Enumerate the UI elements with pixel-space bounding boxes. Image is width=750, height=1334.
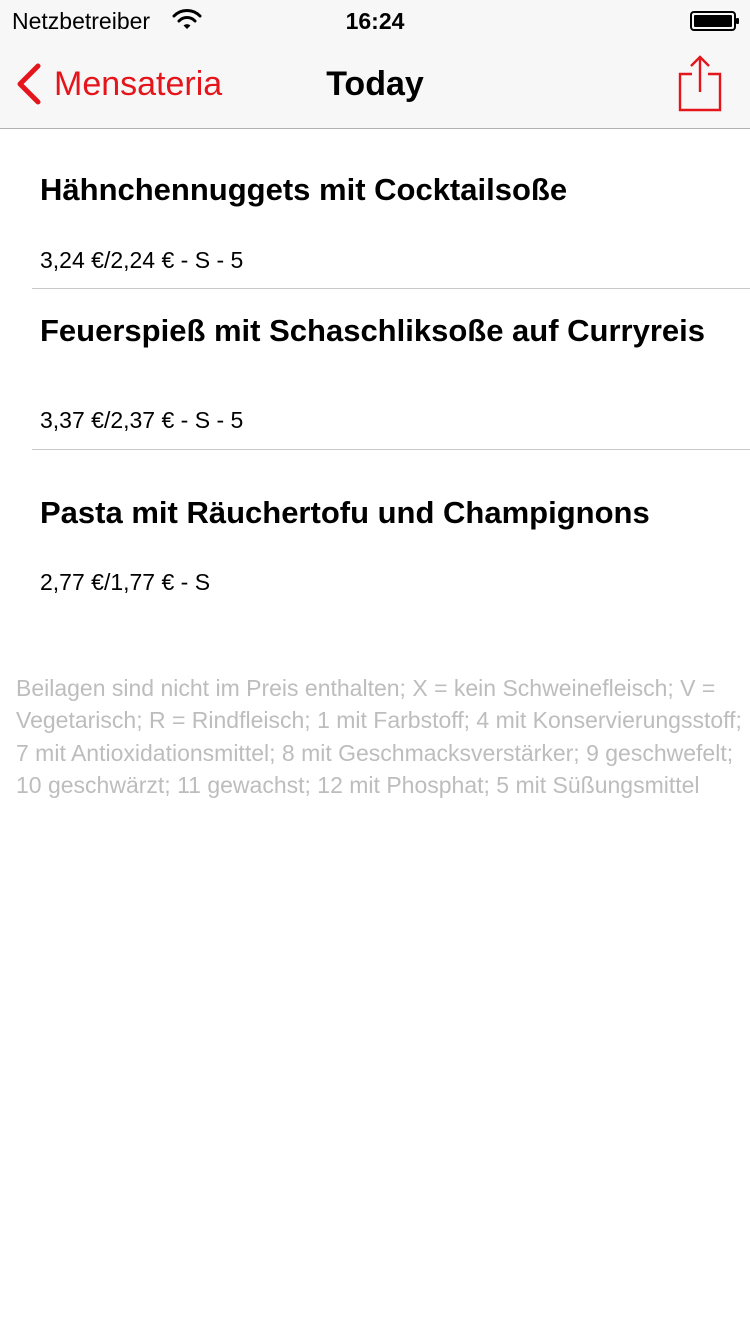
share-icon[interactable]	[676, 54, 724, 112]
menu-list: Hähnchennuggets mit Cocktailsoße 3,24 €/…	[0, 129, 750, 610]
battery-full-icon	[690, 11, 739, 31]
status-bar: Netzbetreiber 16:24	[0, 0, 750, 40]
dish-price: 3,37 €/2,37 € - S - 5	[40, 407, 244, 433]
dish-price: 3,24 €/2,24 € - S - 5	[40, 247, 244, 273]
menu-item[interactable]: Hähnchennuggets mit Cocktailsoße 3,24 €/…	[0, 129, 750, 289]
status-time: 16:24	[345, 8, 405, 34]
dish-price: 2,77 €/1,77 € - S	[40, 569, 211, 595]
page-title: Today	[326, 65, 424, 103]
menu-item[interactable]: Pasta mit Räuchertofu und Champignons 2,…	[0, 450, 750, 610]
allergen-legend: Beilagen sind nicht im Preis enthalten; …	[16, 675, 742, 799]
dish-name: Feuerspieß mit Schaschliksoße auf Curryr…	[40, 313, 706, 348]
dish-name: Pasta mit Räuchertofu und Champignons	[40, 495, 650, 530]
menu-item[interactable]: Feuerspieß mit Schaschliksoße auf Curryr…	[0, 289, 750, 450]
navigation-bar: Mensateria Today	[0, 40, 750, 129]
dish-name: Hähnchennuggets mit Cocktailsoße	[40, 172, 568, 207]
